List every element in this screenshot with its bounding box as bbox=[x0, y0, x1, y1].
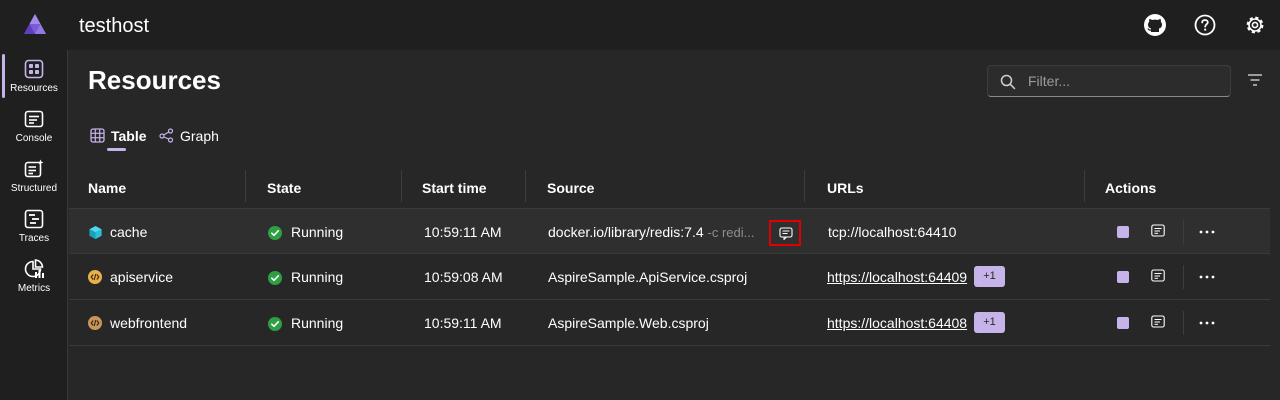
running-status-icon bbox=[268, 271, 282, 285]
resource-source: AspireSample.Web.csproj bbox=[548, 315, 709, 331]
nav-label: Traces bbox=[18, 233, 50, 244]
filter-box bbox=[987, 65, 1231, 97]
settings-icon[interactable] bbox=[1243, 13, 1267, 37]
column-header-urls[interactable]: URLs bbox=[827, 180, 864, 196]
source-text: docker.io/library/redis:7.4 bbox=[548, 224, 704, 240]
nav-item-metrics[interactable]: Metrics bbox=[0, 252, 68, 300]
running-status-icon bbox=[268, 317, 282, 331]
stop-button[interactable] bbox=[1117, 271, 1129, 283]
more-actions-icon[interactable] bbox=[1199, 275, 1215, 279]
metrics-icon bbox=[24, 259, 44, 279]
start-time: 10:59:11 AM bbox=[424, 315, 502, 331]
structured-icon bbox=[24, 159, 44, 179]
resource-state: Running bbox=[291, 224, 344, 240]
traces-icon bbox=[24, 209, 44, 229]
column-header-name[interactable]: Name bbox=[88, 180, 126, 196]
project-icon bbox=[88, 270, 102, 284]
resource-url-link[interactable]: https://localhost:64409 bbox=[827, 269, 967, 285]
stop-button[interactable] bbox=[1117, 317, 1129, 329]
filter-options-icon[interactable] bbox=[1247, 73, 1263, 87]
column-header-start-time[interactable]: Start time bbox=[422, 180, 487, 196]
nav-label: Resources bbox=[10, 83, 58, 94]
tab-graph[interactable]: Graph bbox=[159, 126, 223, 152]
resource-name[interactable]: apiservice bbox=[110, 269, 173, 285]
more-actions-icon[interactable] bbox=[1199, 321, 1215, 325]
start-time: 10:59:11 AM bbox=[424, 224, 502, 240]
resource-url-link[interactable]: https://localhost:64408 bbox=[827, 315, 967, 331]
action-divider bbox=[1183, 220, 1184, 244]
table-icon bbox=[90, 128, 105, 143]
project-icon bbox=[88, 316, 102, 330]
page-title: Resources bbox=[88, 65, 221, 95]
console-logs-icon[interactable] bbox=[1151, 269, 1165, 282]
nav-item-traces[interactable]: Traces bbox=[0, 202, 68, 250]
action-divider bbox=[1183, 265, 1184, 289]
nav-label: Console bbox=[15, 133, 53, 144]
column-divider[interactable] bbox=[401, 170, 402, 202]
console-icon bbox=[24, 109, 44, 129]
view-source-details-button[interactable] bbox=[769, 220, 801, 246]
column-divider[interactable] bbox=[525, 170, 526, 202]
column-header-source[interactable]: Source bbox=[547, 180, 594, 196]
tab-label: Table bbox=[111, 128, 147, 144]
app-title: testhost bbox=[79, 15, 150, 37]
table-row[interactable]: cache Running 10:59:11 AM docker.io/libr… bbox=[69, 208, 1270, 254]
graph-icon bbox=[159, 128, 174, 143]
column-header-actions: Actions bbox=[1105, 180, 1157, 196]
start-time: 10:59:08 AM bbox=[424, 269, 503, 285]
column-divider[interactable] bbox=[245, 170, 246, 202]
nav-label: Metrics bbox=[17, 283, 51, 294]
console-logs-icon[interactable] bbox=[1151, 315, 1165, 328]
nav-label: Structured bbox=[10, 183, 58, 194]
more-urls-badge[interactable]: +1 bbox=[974, 312, 1005, 333]
app-header: testhost bbox=[0, 0, 1280, 50]
tab-label: Graph bbox=[180, 128, 219, 144]
nav-item-console[interactable]: Console bbox=[0, 102, 68, 150]
column-divider[interactable] bbox=[1084, 170, 1085, 202]
aspire-logo-icon[interactable] bbox=[23, 13, 47, 37]
resources-icon bbox=[24, 59, 44, 79]
container-icon bbox=[88, 225, 103, 240]
resource-name[interactable]: cache bbox=[110, 224, 147, 240]
side-nav: Resources Console Structured Traces Metr… bbox=[0, 50, 68, 400]
console-logs-icon[interactable] bbox=[1151, 224, 1165, 237]
github-icon[interactable] bbox=[1143, 13, 1167, 37]
column-divider[interactable] bbox=[804, 170, 805, 202]
table-row[interactable]: apiservice Running 10:59:08 AM AspireSam… bbox=[69, 254, 1270, 300]
running-status-icon bbox=[268, 226, 282, 240]
resource-name[interactable]: webfrontend bbox=[110, 315, 187, 331]
help-icon[interactable] bbox=[1193, 13, 1217, 37]
source-args: -c redi... bbox=[707, 225, 755, 240]
action-divider bbox=[1183, 311, 1184, 335]
nav-item-structured[interactable]: Structured bbox=[0, 152, 68, 200]
more-urls-badge[interactable]: +1 bbox=[974, 266, 1005, 287]
nav-item-resources[interactable]: Resources bbox=[0, 52, 68, 100]
search-icon bbox=[1000, 74, 1016, 90]
column-header-state[interactable]: State bbox=[267, 180, 301, 196]
resource-state: Running bbox=[291, 315, 344, 331]
table-header: Name State Start time Source URLs Action… bbox=[69, 170, 1270, 208]
resource-state: Running bbox=[291, 269, 344, 285]
filter-input[interactable] bbox=[1028, 70, 1223, 92]
resource-url: tcp://localhost:64410 bbox=[828, 224, 957, 240]
main-content: Resources Table bbox=[69, 50, 1280, 400]
resource-source: AspireSample.ApiService.csproj bbox=[548, 269, 748, 285]
resource-source: docker.io/library/redis:7.4 -c redi... bbox=[548, 224, 755, 240]
stop-button[interactable] bbox=[1117, 226, 1129, 238]
tab-underline bbox=[107, 148, 126, 151]
table-row[interactable]: webfrontend Running 10:59:11 AM AspireSa… bbox=[69, 300, 1270, 346]
more-actions-icon[interactable] bbox=[1199, 230, 1215, 234]
